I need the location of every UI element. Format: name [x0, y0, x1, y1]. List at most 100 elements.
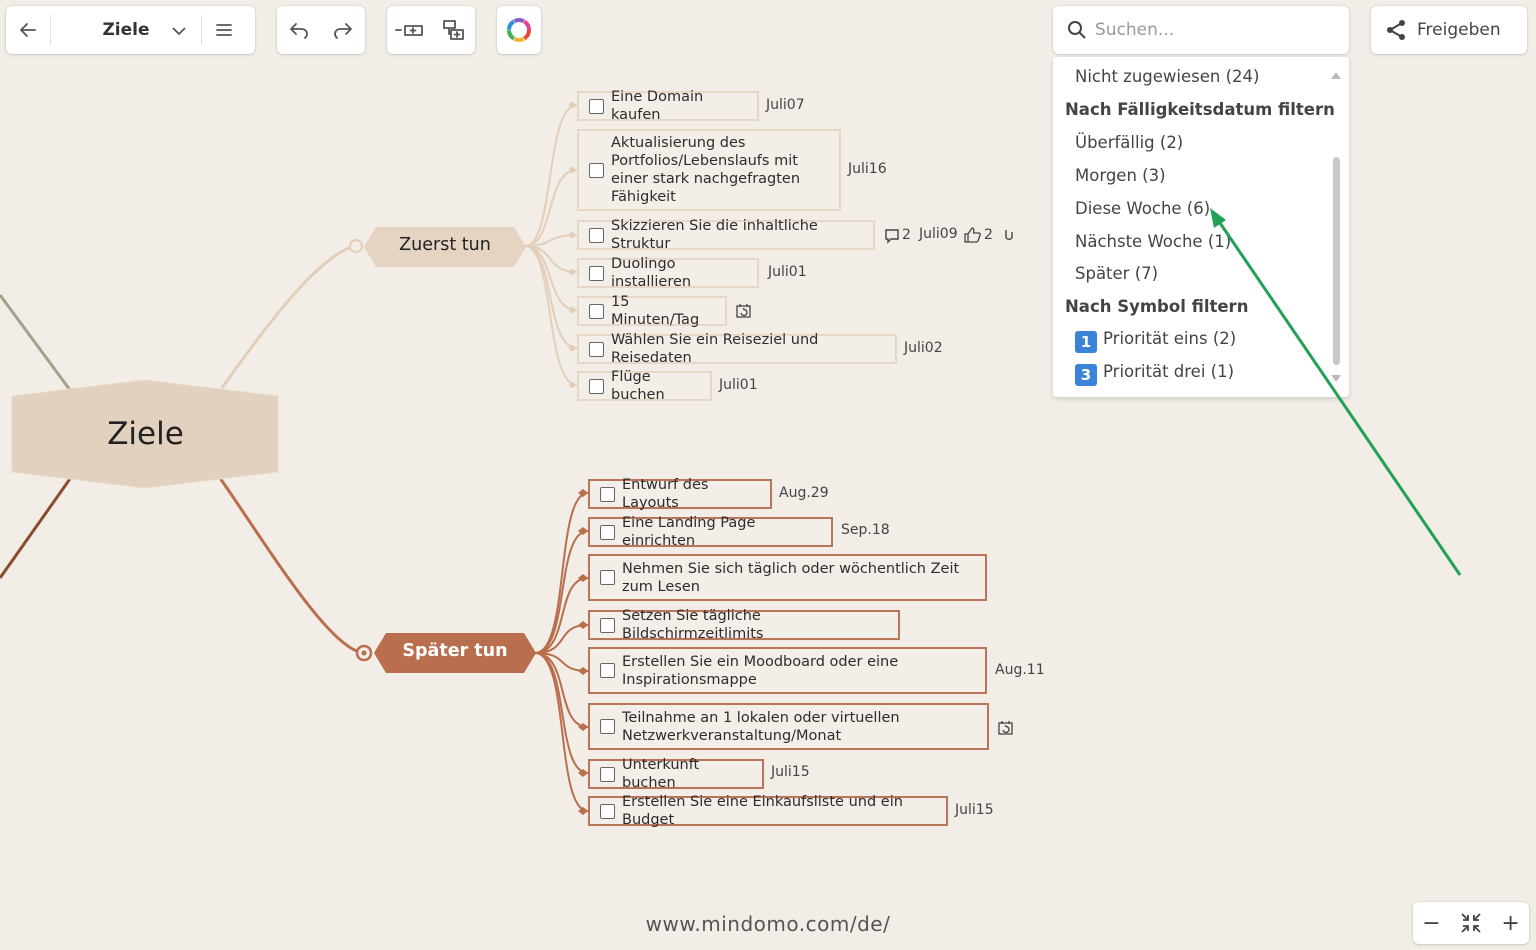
task-checkbox[interactable] [589, 227, 604, 243]
scroll-up-icon[interactable] [1331, 72, 1341, 79]
task-label: Erstellen Sie ein Moodboard oder eine In… [622, 653, 899, 688]
task-checkbox[interactable] [589, 341, 604, 357]
zoom-in-button[interactable]: + [1501, 911, 1519, 936]
task-label: Wählen Sie ein Reiseziel und Reisedaten [611, 332, 819, 366]
back-button[interactable] [6, 7, 50, 53]
task-checkbox[interactable] [600, 663, 615, 678]
comment-icon[interactable] [884, 228, 900, 244]
task-checkbox[interactable] [600, 803, 615, 819]
task-checkbox[interactable] [589, 98, 604, 114]
task-due-date: Sep.18 [841, 522, 890, 538]
task-checkbox[interactable] [589, 303, 604, 319]
filter-priority-three[interactable]: 3 Priorität drei (1) [1075, 362, 1234, 386]
topic-tools-group [387, 6, 475, 54]
filter-later[interactable]: Später (7) [1075, 264, 1158, 283]
task-checkbox[interactable] [600, 617, 615, 633]
search-box[interactable]: Suchen... [1053, 6, 1349, 54]
add-subtopic-button[interactable] [431, 7, 475, 53]
undo-button[interactable] [277, 7, 321, 53]
menu-button[interactable] [202, 7, 246, 53]
task-due-date: Juli02 [904, 340, 943, 356]
task-due-date: Juli01 [768, 264, 807, 280]
task-checkbox[interactable] [600, 766, 615, 782]
watermark-url: www.mindomo.com/de/ [645, 912, 891, 936]
filter-this-week[interactable]: Diese Woche (6) [1075, 199, 1210, 218]
like-count: 2 [984, 227, 993, 243]
root-node-label: Ziele [107, 416, 184, 452]
undo-icon [290, 23, 308, 39]
task-node[interactable]: 15 Minuten/Tag [577, 294, 727, 328]
task-label: Eine Landing Page einrichten [622, 515, 756, 549]
task-checkbox[interactable] [589, 378, 604, 394]
scroll-down-icon[interactable] [1331, 375, 1341, 382]
filter-next-week[interactable]: Nächste Woche (1) [1075, 232, 1231, 251]
task-node[interactable]: Teilnahme an 1 lokalen oder virtuellen N… [588, 703, 989, 750]
filter-priority-one-label: Priorität eins (2) [1103, 329, 1237, 348]
arrow-left-icon [20, 23, 36, 37]
task-label: Duolingo installieren [611, 256, 692, 290]
task-label: Erstellen Sie eine Einkaufsliste und ein… [622, 794, 903, 828]
toolbar-nav-group: Ziele [6, 6, 255, 54]
undo-redo-group [277, 6, 365, 54]
chevron-down-icon [172, 27, 186, 36]
task-checkbox[interactable] [600, 486, 615, 502]
task-node[interactable]: Erstellen Sie eine Einkaufsliste und ein… [588, 794, 948, 828]
filter-dropdown: Nicht zugewiesen (24) Nach Fälligkeitsda… [1053, 57, 1349, 397]
theme-button[interactable] [497, 7, 541, 53]
task-due-date: Aug.11 [995, 662, 1045, 678]
zoom-out-button[interactable]: − [1422, 911, 1440, 936]
task-checkbox[interactable] [589, 265, 604, 281]
map-title-selector[interactable]: Ziele [51, 7, 201, 53]
task-node[interactable]: Eine Landing Page einrichten [588, 515, 833, 549]
task-due-date: Juli15 [955, 802, 994, 818]
color-wheel-icon [507, 18, 531, 42]
search-icon [1068, 21, 1086, 39]
branch-spaeter-tun-label: Später tun [402, 641, 508, 661]
recurring-task-icon[interactable] [997, 719, 1014, 736]
redo-button[interactable] [321, 7, 365, 53]
task-node[interactable]: Aktualisierung des Portfolios/Lebenslauf… [577, 129, 841, 211]
task-due-date: Juli01 [719, 377, 758, 393]
task-label: 15 Minuten/Tag [611, 294, 700, 328]
task-label: Teilnahme an 1 lokalen oder virtuellen N… [622, 709, 900, 744]
share-button[interactable]: Freigeben [1371, 6, 1527, 54]
task-checkbox[interactable] [600, 524, 615, 540]
filter-priority-one[interactable]: 1 Priorität eins (2) [1075, 329, 1236, 353]
task-due-date: Aug.29 [779, 485, 829, 501]
task-label: Setzen Sie tägliche Bildschirmzeitlimits [622, 608, 764, 642]
filter-tomorrow[interactable]: Morgen (3) [1075, 166, 1166, 185]
share-label: Freigeben [1417, 20, 1501, 40]
task-node[interactable]: Setzen Sie tägliche Bildschirmzeitlimits [588, 608, 900, 642]
filter-overdue[interactable]: Überfällig (2) [1075, 133, 1183, 152]
task-node[interactable]: Nehmen Sie sich täglich oder wöchentlich… [588, 554, 987, 601]
task-node[interactable]: Erstellen Sie ein Moodboard oder eine In… [588, 647, 987, 694]
attachment-icon[interactable] [1003, 228, 1015, 243]
redo-icon [334, 23, 352, 39]
task-node[interactable]: Flüge buchen [577, 369, 712, 403]
thumbs-up-icon[interactable] [964, 227, 981, 243]
fit-to-screen-icon[interactable] [1459, 911, 1483, 935]
task-node[interactable]: Entwurf des Layouts [588, 477, 772, 511]
add-subtopic-icon [443, 20, 464, 40]
filter-unassigned[interactable]: Nicht zugewiesen (24) [1075, 67, 1259, 86]
task-node[interactable]: Duolingo installieren [577, 256, 759, 290]
task-label: Skizzieren Sie die inhaltliche Struktur [611, 218, 818, 252]
task-node[interactable]: Wählen Sie ein Reiseziel und Reisedaten [577, 332, 897, 366]
task-node[interactable]: Skizzieren Sie die inhaltliche Struktur [577, 218, 875, 252]
task-label: Nehmen Sie sich täglich oder wöchentlich… [622, 560, 960, 595]
task-checkbox[interactable] [600, 719, 615, 734]
task-checkbox[interactable] [600, 570, 615, 585]
search-placeholder: Suchen... [1095, 20, 1175, 40]
task-due-date: Juli15 [771, 764, 810, 780]
branch-zuerst-tun-label: Zuerst tun [399, 235, 491, 255]
dropdown-scrollbar[interactable] [1333, 157, 1340, 365]
task-node[interactable]: Eine Domain kaufen [577, 89, 759, 123]
recurring-task-icon[interactable] [735, 302, 752, 319]
task-checkbox[interactable] [589, 162, 604, 178]
task-node[interactable]: Unterkunft buchen [588, 757, 764, 791]
filter-priority-three-label: Priorität drei (1) [1103, 362, 1235, 381]
add-topic-button[interactable] [387, 7, 431, 53]
priority-one-icon: 1 [1075, 331, 1097, 353]
hamburger-menu-icon [216, 24, 232, 36]
task-due-date: Juli16 [848, 161, 887, 177]
